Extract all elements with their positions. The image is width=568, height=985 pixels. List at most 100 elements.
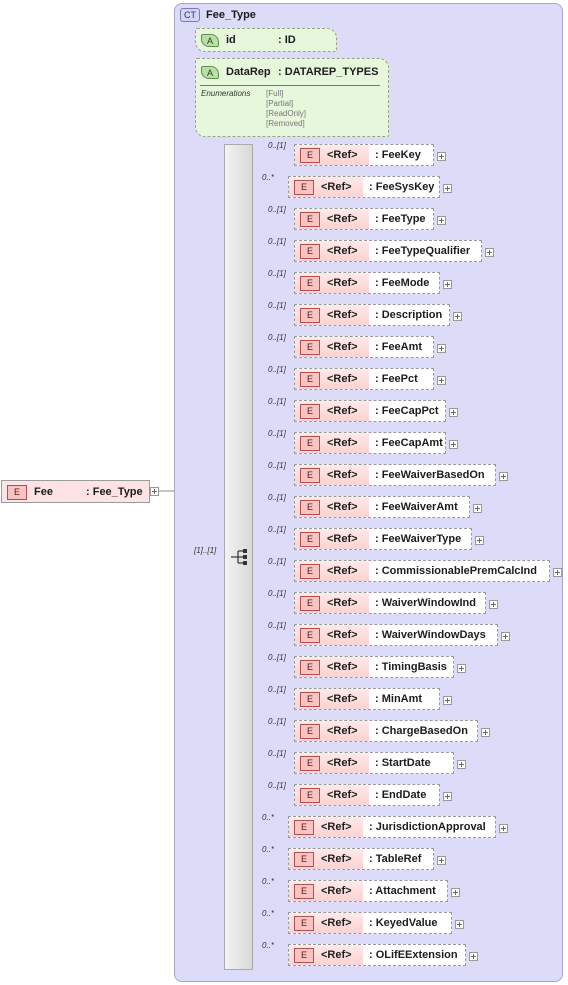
- expand-plus-icon[interactable]: [499, 472, 508, 481]
- expand-plus-icon[interactable]: [443, 184, 452, 193]
- element-ref-box[interactable]: E <Ref>: JurisdictionApproval: [288, 816, 496, 838]
- expand-plus-icon[interactable]: [457, 664, 466, 673]
- element-ref-box[interactable]: E <Ref>: Attachment: [288, 880, 448, 902]
- element-ref-label: <Ref>: [327, 597, 358, 609]
- element-ref-label: <Ref>: [327, 277, 358, 289]
- element-badge: E: [300, 308, 320, 323]
- element-ref-box[interactable]: E <Ref>: FeeWaiverBasedOn: [294, 464, 496, 486]
- expand-plus-icon[interactable]: [481, 728, 490, 737]
- element-ref-box[interactable]: E <Ref>: FeeKey: [294, 144, 434, 166]
- attribute-id[interactable]: A id : ID: [195, 28, 337, 52]
- element-name: : FeeCapPct: [375, 405, 439, 417]
- attribute-datarep[interactable]: A DataRep : DATAREP_TYPES Enumerations […: [195, 58, 389, 137]
- expand-plus-icon[interactable]: [443, 696, 452, 705]
- element-name: : FeeWaiverType: [375, 533, 462, 545]
- element-multiplicity: 0..[1]: [268, 333, 286, 342]
- element-ref-label: <Ref>: [321, 181, 352, 193]
- element-ref-box[interactable]: E <Ref>: FeeType: [294, 208, 434, 230]
- element-name: : WaiverWindowDays: [375, 629, 486, 641]
- element-ref-box[interactable]: E <Ref>: FeeWaiverAmt: [294, 496, 470, 518]
- element-ref-box[interactable]: E <Ref>: FeeTypeQualifier: [294, 240, 482, 262]
- element-badge: E: [300, 340, 320, 355]
- element-ref-label: <Ref>: [321, 853, 352, 865]
- element-ref-box[interactable]: E <Ref>: CommissionablePremCalcInd: [294, 560, 550, 582]
- expand-plus-icon[interactable]: [443, 280, 452, 289]
- element-multiplicity: 0..[1]: [268, 301, 286, 310]
- expand-plus-icon[interactable]: [437, 152, 446, 161]
- attribute-type: : ID: [278, 34, 296, 46]
- element-ref-box[interactable]: E <Ref>: MinAmt: [294, 688, 440, 710]
- element-multiplicity: 0..[1]: [268, 269, 286, 278]
- expand-plus-icon[interactable]: [437, 856, 446, 865]
- element-multiplicity: 0..*: [262, 173, 275, 182]
- element-ref-box[interactable]: E <Ref>: FeeCapAmt: [294, 432, 446, 454]
- expand-plus-icon[interactable]: [437, 376, 446, 385]
- element-ref-box[interactable]: E <Ref> : FeeSysKey: [288, 176, 440, 198]
- enumeration-value: [Full]: [266, 89, 284, 98]
- element-ref-box[interactable]: E <Ref>: FeePct: [294, 368, 434, 390]
- element-ref-box[interactable]: E <Ref>: OLifEExtension: [288, 944, 466, 966]
- element-ref-box[interactable]: E <Ref>: TimingBasis: [294, 656, 454, 678]
- element-multiplicity: 0..*: [262, 877, 275, 886]
- element-ref-label: <Ref>: [327, 437, 358, 449]
- element-multiplicity: 0..[1]: [268, 429, 286, 438]
- element-ref-label: <Ref>: [327, 341, 358, 353]
- expand-plus-icon[interactable]: [473, 504, 482, 513]
- root-expand-icon[interactable]: [150, 487, 159, 496]
- element-ref-box[interactable]: E <Ref>: Description: [294, 304, 450, 326]
- root-element-fee[interactable]: E Fee : Fee_Type: [1, 480, 150, 503]
- expand-plus-icon[interactable]: [553, 568, 562, 577]
- element-ref-box[interactable]: E <Ref>: ChargeBasedOn: [294, 720, 478, 742]
- element-badge: E: [300, 532, 320, 547]
- element-ref-label: <Ref>: [327, 565, 358, 577]
- expand-plus-icon[interactable]: [449, 408, 458, 417]
- expand-plus-icon[interactable]: [499, 824, 508, 833]
- element-multiplicity: 0..[1]: [268, 557, 286, 566]
- enumeration-value: [Partial]: [266, 99, 294, 108]
- expand-plus-icon[interactable]: [453, 312, 462, 321]
- element-ref-box[interactable]: E <Ref>: WaiverWindowDays: [294, 624, 498, 646]
- element-ref-label: <Ref>: [327, 149, 358, 161]
- expand-plus-icon[interactable]: [451, 888, 460, 897]
- element-ref-label: <Ref>: [327, 661, 358, 673]
- element-badge: E: [7, 485, 27, 500]
- element-ref-box[interactable]: E <Ref>: FeeMode: [294, 272, 440, 294]
- expand-plus-icon[interactable]: [443, 792, 452, 801]
- element-ref-box[interactable]: E <Ref>: KeyedValue: [288, 912, 452, 934]
- element-name: : CommissionablePremCalcInd: [375, 565, 537, 577]
- expand-plus-icon[interactable]: [501, 632, 510, 641]
- element-ref-box[interactable]: E <Ref>: TableRef: [288, 848, 434, 870]
- element-ref-box[interactable]: E <Ref>: EndDate: [294, 784, 440, 806]
- element-ref-box[interactable]: E <Ref>: FeeWaiverType: [294, 528, 472, 550]
- expand-plus-icon[interactable]: [449, 440, 458, 449]
- expand-plus-icon[interactable]: [489, 600, 498, 609]
- element-ref-label: <Ref>: [327, 213, 358, 225]
- enumerations-divider: [200, 85, 380, 86]
- element-name: : FeeSysKey: [369, 181, 435, 193]
- expand-plus-icon[interactable]: [475, 536, 484, 545]
- element-badge: E: [294, 948, 314, 963]
- enumeration-value: [Removed]: [266, 119, 305, 128]
- expand-plus-icon[interactable]: [437, 216, 446, 225]
- element-multiplicity: 0..[1]: [268, 493, 286, 502]
- element-name: : MinAmt: [375, 693, 423, 705]
- element-name: : WaiverWindowInd: [375, 597, 476, 609]
- expand-plus-icon[interactable]: [437, 344, 446, 353]
- element-ref-label: <Ref>: [327, 757, 358, 769]
- element-badge: E: [300, 212, 320, 227]
- expand-plus-icon[interactable]: [457, 760, 466, 769]
- element-multiplicity: 0..*: [262, 941, 275, 950]
- element-multiplicity: 0..[1]: [268, 589, 286, 598]
- element-ref-box[interactable]: E <Ref>: FeeAmt: [294, 336, 434, 358]
- element-ref-label: <Ref>: [321, 949, 352, 961]
- expand-plus-icon[interactable]: [469, 952, 478, 961]
- element-ref-box[interactable]: E <Ref>: FeeCapPct: [294, 400, 446, 422]
- element-name: : FeeTypeQualifier: [375, 245, 471, 257]
- element-badge: E: [294, 180, 314, 195]
- element-ref-box[interactable]: E <Ref>: WaiverWindowInd: [294, 592, 486, 614]
- attribute-type: : DATAREP_TYPES: [278, 66, 379, 78]
- expand-plus-icon[interactable]: [485, 248, 494, 257]
- element-ref-box[interactable]: E <Ref>: StartDate: [294, 752, 454, 774]
- expand-plus-icon[interactable]: [455, 920, 464, 929]
- enumeration-value: [ReadOnly]: [266, 109, 307, 118]
